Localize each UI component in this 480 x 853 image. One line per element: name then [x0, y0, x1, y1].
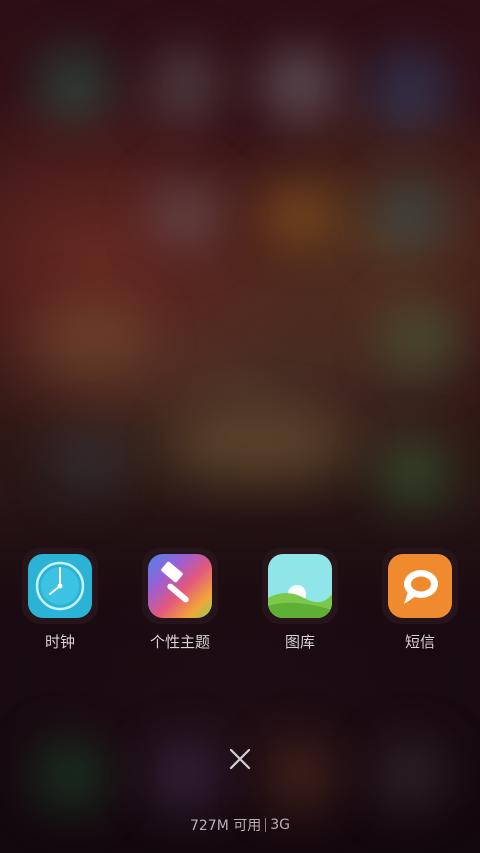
- blurred-wallpaper: [0, 0, 480, 853]
- recent-app-gallery[interactable]: 图库: [245, 548, 355, 652]
- recent-app-label: 短信: [404, 633, 435, 651]
- recent-app-messages[interactable]: 短信: [365, 548, 475, 652]
- divider: [265, 818, 267, 832]
- clear-recents-button[interactable]: [224, 743, 256, 775]
- gallery-icon: [268, 554, 332, 618]
- recent-app-clock[interactable]: 时钟: [5, 548, 115, 652]
- network-type: 3G: [270, 817, 291, 833]
- messages-icon: [388, 554, 452, 618]
- recent-apps-row: 时钟 个性主题 图库 短信: [0, 548, 480, 658]
- close-icon: [229, 748, 251, 770]
- recent-app-label: 图库: [284, 633, 315, 651]
- recent-app-label: 时钟: [44, 633, 75, 651]
- clock-icon: [28, 554, 92, 618]
- memory-status: 727M 可用 3G: [0, 815, 480, 835]
- themes-icon: [148, 554, 212, 618]
- recent-app-label: 个性主题: [149, 633, 210, 651]
- memory-available: 727M 可用: [189, 818, 262, 834]
- recent-app-themes[interactable]: 个性主题: [125, 548, 235, 652]
